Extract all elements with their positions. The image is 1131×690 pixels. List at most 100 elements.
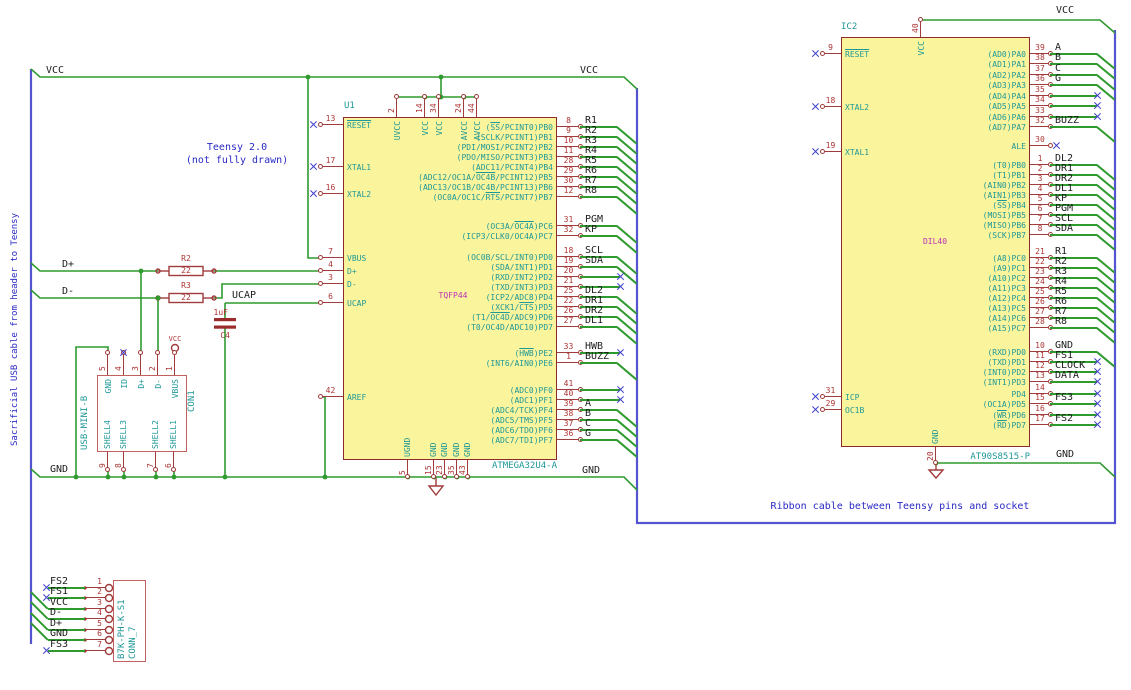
no-connect-icon: [1094, 390, 1101, 397]
pin-name: GND: [463, 442, 472, 457]
pin-line: [557, 235, 580, 237]
no-connect-icon: [617, 273, 624, 280]
pin-line: [320, 302, 343, 304]
pin-number: 10: [1035, 341, 1045, 350]
pin-number: 30: [563, 176, 574, 185]
wire: [1050, 95, 1097, 97]
wire: [580, 389, 620, 391]
pin-number: 15: [1035, 393, 1045, 402]
pin-name: (AD6)PA6: [987, 113, 1026, 122]
r3-value: 22: [181, 293, 191, 302]
pin-name: UGND: [403, 437, 412, 457]
pin-number: 37: [563, 419, 574, 428]
pin-name: D+: [137, 379, 146, 389]
pin-number: 7: [97, 640, 102, 649]
pin-end-circle: [172, 350, 177, 355]
pin-number: 34: [1035, 95, 1045, 104]
net-label-vcc-top-right: VCC: [1056, 5, 1075, 16]
pin-name: (ADC7/TDI)PF7: [490, 436, 553, 445]
pin-end-circle: [461, 94, 466, 99]
net-label-gnd-mid: GND: [582, 465, 601, 476]
pin-number: 3: [97, 598, 102, 607]
usb-value: USB-MINI-B: [80, 395, 90, 450]
no-connect-icon: [617, 386, 624, 393]
pin-name: (TXD)PD1: [987, 358, 1026, 367]
pin-number: 4: [114, 366, 123, 371]
c4-value: 1uF: [213, 308, 228, 317]
no-connect-icon: [812, 406, 819, 413]
ribbon-caption: Ribbon cable between Teensy pins and soc…: [770, 501, 1030, 512]
schematic-canvas[interactable]: VCC VCC VCC GND GND GND D+ D- UCAP Teens…: [0, 0, 1131, 690]
pin-line: [320, 257, 343, 259]
pin-number: 8: [114, 463, 123, 468]
pin-number: 18: [563, 246, 574, 255]
pin-end-circle: [394, 94, 399, 99]
pin-number: 17: [1035, 414, 1045, 423]
pin-name: AREF: [347, 393, 367, 402]
pin-line: [140, 353, 142, 375]
pin-number: 43: [458, 465, 467, 475]
pin-number: 36: [563, 429, 574, 438]
wire: [1050, 84, 1097, 86]
pin-line: [174, 353, 176, 375]
net-label: SDA: [585, 255, 604, 266]
wire: [580, 266, 617, 268]
gnd-symbol-right: [927, 469, 945, 480]
pin-name: GND: [452, 442, 461, 457]
pin-number: 6: [164, 463, 173, 468]
pin-number: 4: [1037, 184, 1043, 193]
net-label: DATA: [1055, 370, 1080, 381]
pin-number: 38: [1035, 53, 1045, 62]
no-connect-icon: [1094, 358, 1101, 365]
pin-name: D-: [347, 280, 357, 289]
pin-name: (PDO/MISO/PCINT3)PB3: [456, 153, 553, 162]
net-label: D-: [50, 607, 63, 618]
pin-name: (T0/OC4D/ADC10)PD7: [466, 323, 553, 332]
pin-number: 6: [1037, 204, 1043, 213]
pin-name: (SS)PB4: [992, 201, 1026, 210]
pin-name: (AD7)PA7: [987, 123, 1026, 132]
pin-number: 24: [1035, 277, 1045, 286]
pin-end-circle: [155, 350, 160, 355]
pin-name: GND: [931, 429, 940, 444]
pin-number: 44: [467, 103, 476, 113]
pin-number: 12: [563, 186, 574, 195]
pin-end-circle: [474, 94, 479, 99]
left-caption: Sacrificial USB cable from header to Tee…: [10, 213, 20, 446]
pin-number: 17: [325, 156, 336, 165]
pin-name: (MISO)PB6: [982, 221, 1026, 230]
pin-line: [557, 196, 580, 198]
pin-name: VCC: [917, 41, 926, 56]
pin-name: VCC: [421, 121, 430, 136]
pin-line: [1030, 145, 1050, 147]
pin-number: 28: [563, 156, 574, 165]
pin-number: 2: [1037, 164, 1043, 173]
pin-name: (MOSI)PB5: [982, 211, 1026, 220]
wire: [1050, 327, 1097, 329]
pin-number: 9: [566, 126, 571, 135]
no-connect-icon: [812, 103, 819, 110]
wire: [580, 196, 617, 198]
pin-name: PD4: [1011, 390, 1026, 399]
pin-number: 16: [325, 183, 336, 192]
pin-number: 19: [825, 141, 836, 150]
pin-name: (AD1)PA1: [987, 60, 1026, 69]
pin-number: 23: [1035, 267, 1045, 276]
no-connect-icon: [1094, 411, 1101, 418]
pin-line: [1030, 327, 1050, 329]
pin-number: 5: [398, 470, 407, 475]
pin-number: 42: [325, 386, 336, 395]
pin-number: 32: [1035, 116, 1045, 125]
pin-number: 2: [97, 587, 102, 596]
pin-name: (T1/OC4D/ADC9)PD6: [471, 313, 553, 322]
pin-number: 39: [563, 399, 574, 408]
wire: [1050, 403, 1097, 405]
pin-line: [424, 97, 426, 117]
pin-name: (INT1)PD3: [982, 378, 1026, 387]
pin-number: 22: [563, 296, 574, 305]
ic2-ref: IC2: [841, 22, 858, 32]
no-connect-icon: [812, 393, 819, 400]
wire: [580, 362, 617, 364]
pin-line: [85, 650, 105, 652]
pin-name: GND: [429, 442, 438, 457]
